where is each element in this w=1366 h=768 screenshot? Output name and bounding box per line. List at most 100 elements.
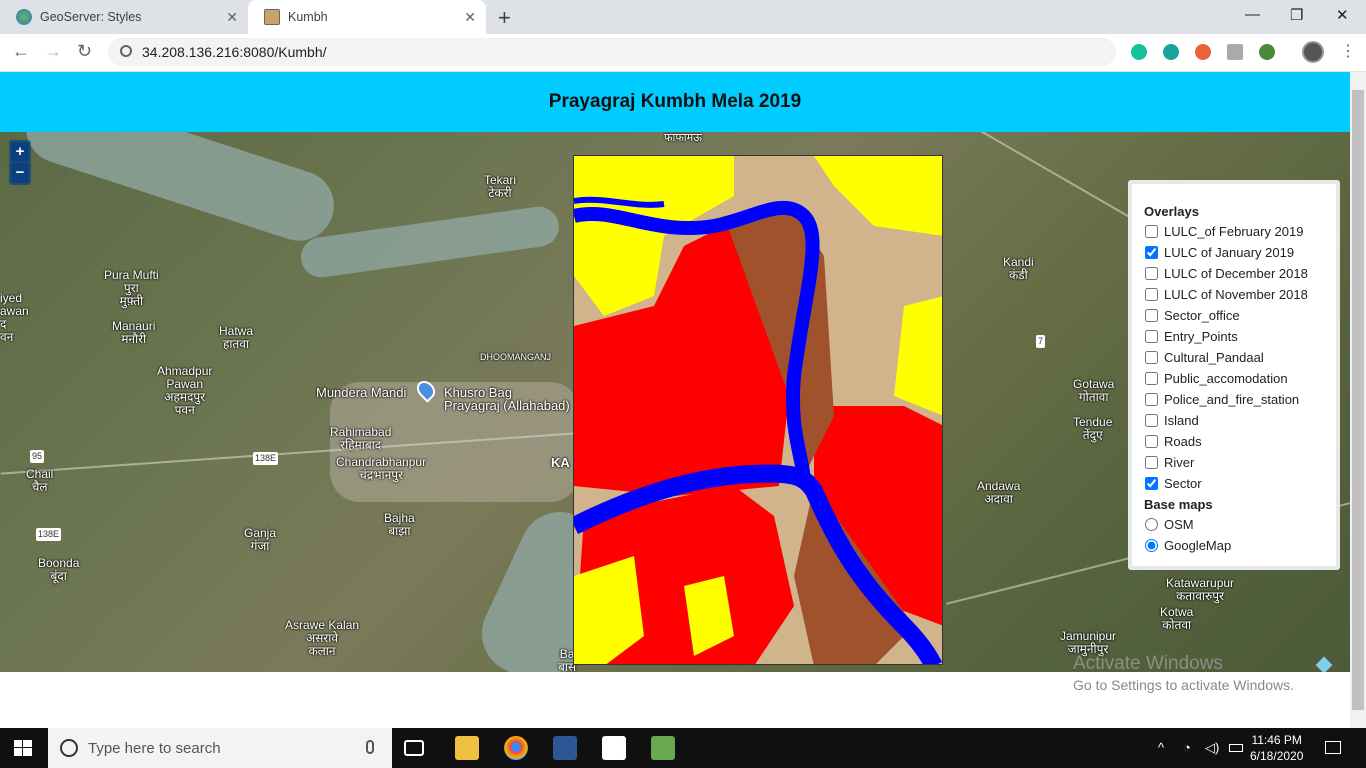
basemaps-heading: Base maps [1144, 497, 1213, 512]
qgis-taskbar-icon[interactable] [651, 736, 675, 760]
system-clock[interactable]: 11:46 PM 6/18/2020 [1250, 732, 1303, 764]
page-scrollbar[interactable] [1350, 72, 1366, 728]
wifi-icon[interactable]: ◔ [1183, 740, 1191, 755]
grammarly-extension-icon[interactable] [1131, 44, 1147, 60]
ganga-river [17, 132, 343, 250]
windows-start-icon[interactable] [14, 740, 32, 756]
place-label: फाफामऊ [664, 132, 702, 144]
overlay-row[interactable]: Public_accomodation [1144, 368, 1324, 389]
task-view-icon[interactable] [404, 740, 424, 756]
globe-extension-icon[interactable] [1259, 44, 1275, 60]
overlay-checkbox[interactable] [1145, 456, 1158, 469]
overlay-row[interactable]: Roads [1144, 431, 1324, 452]
word-taskbar-icon[interactable] [553, 736, 577, 760]
overlay-row[interactable]: Island [1144, 410, 1324, 431]
overlay-checkbox[interactable] [1145, 309, 1158, 322]
font-extension-icon[interactable] [1227, 44, 1243, 60]
tab-kumbh[interactable]: Kumbh ✕ [248, 0, 486, 34]
m-extension-icon[interactable] [1163, 44, 1179, 60]
address-bar[interactable]: 34.208.136.216:8080/Kumbh/ [108, 38, 1116, 66]
place-label: Bajha बाझा [384, 511, 415, 538]
back-button[interactable]: ← [12, 41, 30, 62]
lulc-raster-image [574, 156, 942, 664]
zoom-control: + − [9, 140, 31, 185]
file-explorer-icon[interactable] [455, 736, 479, 760]
volume-icon[interactable]: ◁) [1205, 740, 1219, 756]
overlay-checkbox[interactable] [1145, 267, 1158, 280]
close-window-button[interactable]: ✕ [1336, 6, 1349, 24]
overlay-row[interactable]: Cultural_Pandaal [1144, 347, 1324, 368]
windows-taskbar: Type here to search ^ ◔ ◁) 11:46 PM 6/18… [0, 728, 1366, 768]
overlay-checkbox[interactable] [1145, 246, 1158, 259]
overlay-row[interactable]: LULC of December 2018 [1144, 263, 1324, 284]
chrome-taskbar-icon[interactable] [504, 736, 528, 760]
site-info-icon[interactable] [120, 45, 132, 57]
map-viewport[interactable]: Tekari टेकरी Pura Mufti पुरा मुफ़्ती Manaur… [0, 132, 1350, 672]
cortana-icon [60, 739, 78, 757]
place-label: Manauri मनौरी [112, 319, 156, 346]
microphone-icon[interactable] [366, 740, 374, 754]
basemap-row[interactable]: OSM [1144, 514, 1324, 535]
overlay-checkbox[interactable] [1145, 414, 1158, 427]
scrollbar-thumb[interactable] [1352, 90, 1364, 710]
basemaps-list: OSM GoogleMap [1144, 514, 1324, 556]
overlay-checkbox[interactable] [1145, 225, 1158, 238]
basemap-radio[interactable] [1145, 539, 1158, 552]
activate-windows-title: Activate Windows [1073, 653, 1223, 674]
ganga-river-bend [298, 204, 562, 280]
overlay-row[interactable]: Sector [1144, 473, 1324, 494]
new-tab-button[interactable]: + [498, 5, 511, 31]
overlay-label: LULC of November 2018 [1164, 287, 1308, 302]
basemap-label: GoogleMap [1164, 538, 1232, 553]
notifications-icon[interactable] [1325, 741, 1341, 754]
minimize-button[interactable]: — [1245, 6, 1260, 23]
basemap-label: OSM [1164, 517, 1194, 532]
overlay-row[interactable]: Sector_office [1144, 305, 1324, 326]
overlay-row[interactable]: River [1144, 452, 1324, 473]
reload-button[interactable]: ↻ [77, 41, 92, 62]
overlay-row[interactable]: LULC_of February 2019 [1144, 221, 1324, 242]
road-shield: 138E [253, 452, 279, 465]
place-label: Pura Mufti पुरा मुफ़्ती [104, 268, 159, 308]
zoom-out-button[interactable]: − [11, 163, 29, 183]
tab-title: GeoServer: Styles [40, 10, 142, 24]
overlay-checkbox[interactable] [1145, 435, 1158, 448]
brave-extension-icon[interactable] [1195, 44, 1211, 60]
place-label: Ganja गंजा [244, 526, 277, 553]
basemap-radio[interactable] [1145, 518, 1158, 531]
profile-avatar[interactable] [1302, 41, 1324, 63]
overlay-label: Island [1164, 413, 1199, 428]
geoserver-favicon-icon [16, 9, 32, 25]
overlay-row[interactable]: LULC of January 2019 [1144, 242, 1324, 263]
windows-logo-pane [23, 748, 32, 756]
overlay-label: LULC_of February 2019 [1164, 224, 1304, 239]
photos-taskbar-icon[interactable] [602, 736, 626, 760]
map-attribution-icon[interactable] [1315, 656, 1333, 672]
overlay-checkbox[interactable] [1145, 372, 1158, 385]
close-tab-icon[interactable]: ✕ [464, 9, 476, 26]
show-hidden-icons[interactable]: ^ [1158, 740, 1164, 755]
overlay-checkbox[interactable] [1145, 477, 1158, 490]
overlay-checkbox[interactable] [1145, 351, 1158, 364]
overlay-checkbox[interactable] [1145, 393, 1158, 406]
search-placeholder: Type here to search [88, 739, 221, 757]
restore-button[interactable]: ❐ [1290, 6, 1303, 24]
close-tab-icon[interactable]: ✕ [226, 9, 238, 26]
overlay-checkbox[interactable] [1145, 330, 1158, 343]
basemap-row[interactable]: GoogleMap [1144, 535, 1324, 556]
taskbar-search-box[interactable]: Type here to search [48, 728, 392, 768]
tab-geoserver-styles[interactable]: GeoServer: Styles ✕ [0, 0, 248, 34]
place-label: Ahmadpur Pawan अहमदपुर पवन [157, 364, 213, 417]
overlay-row[interactable]: Entry_Points [1144, 326, 1324, 347]
zoom-in-button[interactable]: + [11, 142, 29, 162]
overlay-checkbox[interactable] [1145, 288, 1158, 301]
road-shield: 138E [36, 528, 62, 541]
overlay-row[interactable]: LULC of November 2018 [1144, 284, 1324, 305]
place-label: Kotwa कोतवा [1160, 605, 1194, 632]
overlay-row[interactable]: Police_and_fire_station [1144, 389, 1324, 410]
place-label: Gotawa गोतावा [1073, 377, 1115, 404]
page-favicon-icon [264, 9, 280, 25]
forward-button[interactable]: → [44, 41, 62, 62]
menu-kebab-icon[interactable]: ⋮ [1340, 41, 1356, 61]
battery-icon[interactable] [1229, 744, 1243, 752]
